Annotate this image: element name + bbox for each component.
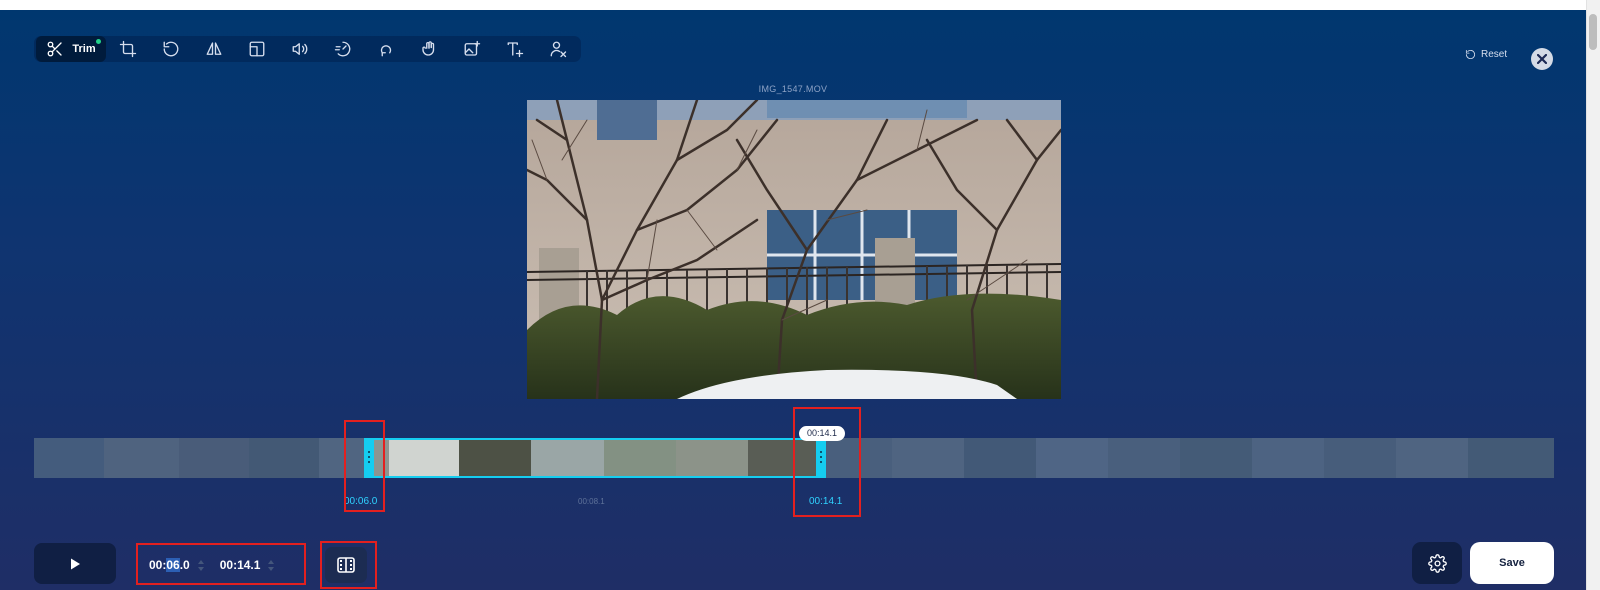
active-indicator-dot [96,39,101,44]
start-time-decrement-icon[interactable] [197,566,204,571]
play-icon [71,558,80,569]
crop-icon [119,40,136,58]
trim-time-inputs: 00:06.0 00:14.1 [137,545,305,585]
timeline-frame [389,438,459,478]
page-scrollbar-thumb[interactable] [1589,14,1597,50]
timeline-frame [531,438,604,478]
save-button[interactable]: Save [1470,542,1554,584]
trim-end-time-label: 00:14.1 [809,496,843,507]
timeline-unselected-left [34,438,364,478]
add-image-icon [464,40,480,56]
editing-toolbar: Trim [34,36,581,62]
video-file-name: IMG_1547.MOV [758,84,828,94]
speed-icon [334,41,350,57]
start-time-field[interactable]: 00:06.0 [149,558,216,572]
reset-button[interactable]: Reset [1465,49,1507,60]
trim-tool-label: Trim [72,43,96,55]
trim-start-time-label: 00:06.0 [344,496,378,507]
add-text-icon [507,42,523,58]
video-editor: Trim Reset IMG_1547.MOV 00:14.1 00:06.0 … [0,10,1586,590]
stabilize-tool-button[interactable] [407,36,450,62]
crop-tool-button[interactable] [106,36,149,62]
settings-button[interactable] [1412,542,1462,584]
timeline-frame [604,438,676,478]
loop-icon [380,45,391,57]
page-scrollbar[interactable] [1586,0,1600,590]
selection-border-bottom [363,476,826,478]
flip-tool-button[interactable] [192,36,235,62]
volume-tool-button[interactable] [278,36,321,62]
close-icon [1537,54,1547,64]
stabilize-icon [421,41,434,56]
speed-tool-button[interactable] [321,36,364,62]
start-time-stepper[interactable] [197,559,204,571]
play-button[interactable] [34,543,116,584]
add-image-tool-button[interactable] [450,36,493,62]
timeline-filmstrip[interactable] [34,438,1554,478]
trim-end-time-bubble: 00:14.1 [799,426,845,441]
end-time-field[interactable]: 00:14.1 [220,558,287,572]
video-preview [527,100,1061,399]
timeline-frame [676,438,748,478]
remove-person-icon [550,41,566,58]
close-button[interactable] [1531,48,1553,70]
resize-icon [249,41,264,57]
selection-border-top [363,438,826,440]
end-time-decrement-icon[interactable] [268,566,275,571]
split-clip-button[interactable] [325,547,367,583]
trim-start-handle[interactable] [363,438,374,478]
resize-tool-button[interactable] [235,36,278,62]
start-time-increment-icon[interactable] [197,559,204,564]
timeline-unselected-right [825,438,1554,478]
start-time-input[interactable]: 00:06.0 [149,558,190,572]
gear-icon [1427,553,1447,573]
end-time-increment-icon[interactable] [268,559,275,564]
remove-watermark-tool-button[interactable] [536,36,579,62]
add-text-tool-button[interactable] [493,36,536,62]
loop-tool-button[interactable] [364,36,407,62]
trim-end-handle[interactable] [815,438,826,478]
film-split-icon [337,557,355,573]
undo-icon [1465,49,1476,60]
end-time-input[interactable]: 00:14.1 [220,558,261,572]
flip-icon [206,42,221,55]
rotate-tool-button[interactable] [149,36,192,62]
trim-tool-button[interactable]: Trim [36,36,106,62]
reset-label: Reset [1481,49,1508,60]
timeline-frame [459,438,531,478]
video-frame-image [527,100,1061,399]
timeline-frame [748,438,820,478]
rotate-icon [163,41,178,57]
scissors-icon [47,41,63,57]
end-time-stepper[interactable] [268,559,275,571]
speaker-icon [292,43,307,55]
timeline-midpoint-label: 00:08.1 [578,497,605,506]
